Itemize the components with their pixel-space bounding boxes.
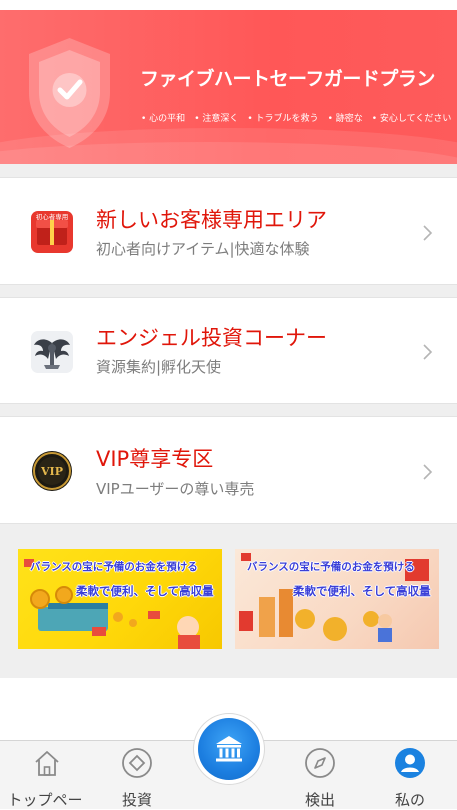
banner-title: ファイブハートセーフガードプラン: [140, 68, 435, 90]
safeguard-banner[interactable]: ファイブハートセーフガードプラン 心の平和 注意深く トラブルを救う 跡密な 安…: [0, 10, 457, 164]
svg-text:初心者専用: 初心者専用: [36, 212, 69, 221]
compass-icon: [305, 748, 335, 778]
banner-tag: 安心してください: [372, 111, 451, 124]
new-customer-gift-icon: 初心者専用: [31, 211, 73, 253]
chevron-right-icon: [423, 225, 433, 241]
card-subtitle: VIPユーザーの尊い専売: [96, 480, 255, 498]
shield-check-icon: [29, 38, 110, 148]
banner-tag: 心の平和: [141, 111, 185, 124]
diamond-icon: [122, 748, 152, 778]
tab-label: 私の: [394, 791, 425, 809]
tab-discover[interactable]: 検出: [275, 741, 365, 809]
user-icon: [395, 748, 425, 778]
promo-banner-1[interactable]: バランスの宝に予備のお金を預ける 柔軟で便利、そして高収量: [18, 549, 222, 649]
tab-label: 検出: [304, 791, 335, 809]
chevron-right-icon: [423, 464, 433, 480]
vip-badge-icon: VIP: [32, 451, 72, 491]
tab-home[interactable]: トップペー: [0, 741, 90, 809]
banner-tag: 注意深く: [194, 111, 238, 124]
banner-line-2: 柔軟で便利、そして高収量: [76, 584, 214, 598]
angel-wings-icon: [31, 331, 73, 373]
chevron-right-icon: [423, 344, 433, 360]
banner-line-1: バランスの宝に予備のお金を預ける: [247, 561, 415, 573]
tab-bank-center-button[interactable]: [198, 718, 260, 780]
card-subtitle: 初心者向けアイテム|快適な体験: [96, 240, 310, 258]
banner-tag: トラブルを救う: [247, 111, 319, 124]
tab-label: 投資: [121, 791, 152, 809]
promo-banner-2[interactable]: バランスの宝に予備のお金を預ける 柔軟で便利、そして高収量: [235, 549, 439, 649]
section-divider: [0, 285, 457, 297]
section-divider: [0, 164, 457, 177]
new-customer-area-card[interactable]: 初心者専用 新しいお客様専用エリア 初心者向けアイテム|快適な体験: [0, 177, 457, 285]
tab-profile[interactable]: 私の: [365, 741, 455, 809]
promo-banner-area: バランスの宝に予備のお金を預ける 柔軟で便利、そして高収量 バランスの宝に予備の…: [0, 537, 457, 678]
section-divider: [0, 524, 457, 537]
tab-invest[interactable]: 投資: [92, 741, 182, 809]
bank-icon: [216, 736, 242, 762]
section-divider: [0, 404, 457, 416]
banner-tags: 心の平和 注意深く トラブルを救う 跡密な 安心してください: [141, 111, 457, 124]
card-subtitle: 資源集約|孵化天使: [96, 358, 222, 376]
vip-area-card[interactable]: VIP VIP尊享专区 VIPユーザーの尊い専売: [0, 416, 457, 524]
card-title: エンジェル投資コーナー: [96, 326, 327, 350]
banner-tag: 跡密な: [328, 111, 363, 124]
card-title: VIP尊享专区: [96, 447, 214, 471]
svg-text:VIP: VIP: [40, 465, 63, 478]
card-title: 新しいお客様専用エリア: [96, 208, 327, 232]
banner-line-2: 柔軟で便利、そして高収量: [293, 584, 431, 598]
angel-investment-card[interactable]: エンジェル投資コーナー 資源集約|孵化天使: [0, 297, 457, 404]
tab-label: トップペー: [7, 791, 83, 809]
home-icon: [35, 751, 59, 776]
banner-line-1: バランスの宝に予備のお金を預ける: [30, 561, 198, 573]
